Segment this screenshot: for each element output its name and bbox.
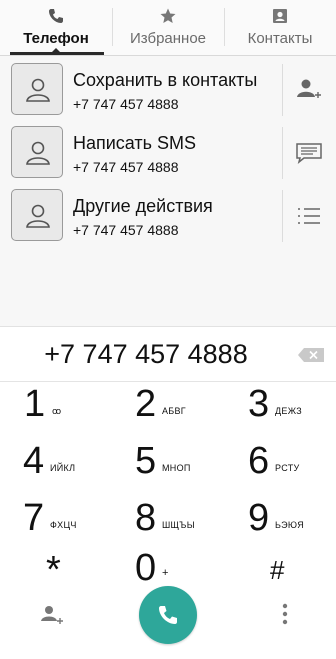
avatar xyxy=(11,63,63,115)
more-actions-button[interactable] xyxy=(282,190,336,242)
key-letters: ДЕЖЗ xyxy=(275,406,302,416)
action-number: +7 747 457 4888 xyxy=(73,96,179,112)
avatar xyxy=(11,126,63,178)
active-tab-arrow xyxy=(52,48,60,52)
message-button[interactable] xyxy=(282,127,336,179)
backspace-icon[interactable] xyxy=(298,348,324,362)
save-to-contacts-item[interactable]: Сохранить в контакты +7 747 457 4888 xyxy=(0,60,336,122)
key-letters: + xyxy=(162,567,169,579)
phone-icon xyxy=(159,606,177,624)
key-letters: АБВГ xyxy=(162,406,186,416)
tab-contacts-label: Контакты xyxy=(247,30,313,47)
key-digit: 2 xyxy=(135,383,157,425)
tab-favorites[interactable]: Избранное xyxy=(112,0,224,55)
active-tab-indicator xyxy=(10,52,104,55)
person-placeholder-icon xyxy=(26,204,50,228)
key-1[interactable]: 1 ꝏ xyxy=(0,380,112,438)
key-digit: 4 xyxy=(23,440,45,482)
contacts-icon xyxy=(273,9,287,23)
key-digit: 7 xyxy=(23,497,45,539)
call-button[interactable] xyxy=(139,586,197,644)
list-icon xyxy=(298,208,320,224)
action-title: Сохранить в контакты xyxy=(73,70,258,90)
phone-icon xyxy=(49,9,63,23)
key-3[interactable]: 3 ДЕЖЗ xyxy=(224,380,336,438)
avatar xyxy=(11,189,63,241)
action-title: Другие действия xyxy=(73,196,213,216)
add-contact-button[interactable] xyxy=(282,64,336,116)
key-5[interactable]: 5 МНОП xyxy=(112,437,224,495)
key-digit: 3 xyxy=(248,383,270,425)
key-6[interactable]: 6 РСТУ xyxy=(224,437,336,495)
action-title: Написать SMS xyxy=(73,133,197,153)
key-digit: 1 xyxy=(24,383,46,425)
dialer-bottom-bar xyxy=(0,580,336,659)
add-contact-icon[interactable] xyxy=(40,604,64,626)
voicemail-icon: ꝏ xyxy=(52,406,62,416)
other-actions-item[interactable]: Другие действия +7 747 457 4888 xyxy=(0,186,336,248)
send-sms-item[interactable]: Написать SMS +7 747 457 4888 xyxy=(0,123,336,185)
tab-contacts[interactable]: Контакты xyxy=(224,0,336,55)
key-digit: 6 xyxy=(248,440,270,482)
dialed-number[interactable]: +7 747 457 4888 xyxy=(0,339,292,370)
action-number: +7 747 457 4888 xyxy=(73,159,179,175)
dial-keypad: 1 ꝏ 2 АБВГ 3 ДЕЖЗ 4 ИЙКЛ 5 МНОП 6 РСТУ 7… xyxy=(0,380,336,590)
key-letters: ФХЦЧ xyxy=(50,520,77,530)
tab-bar: Телефон Избранное Контакты xyxy=(0,0,336,56)
action-number: +7 747 457 4888 xyxy=(73,222,179,238)
tab-phone[interactable]: Телефон xyxy=(0,0,112,55)
tab-phone-label: Телефон xyxy=(23,30,89,47)
key-letters: ИЙКЛ xyxy=(50,463,76,473)
key-digit: 8 xyxy=(135,497,157,539)
key-letters: РСТУ xyxy=(275,463,300,473)
message-icon xyxy=(296,143,322,164)
key-letters: МНОП xyxy=(162,463,191,473)
key-4[interactable]: 4 ИЙКЛ xyxy=(0,437,112,495)
tab-favorites-label: Избранное xyxy=(129,30,207,47)
key-digit: 9 xyxy=(248,497,270,539)
key-2[interactable]: 2 АБВГ xyxy=(112,380,224,438)
key-letters: ЬЭЮЯ xyxy=(275,520,305,530)
star-icon xyxy=(160,8,176,23)
number-display: +7 747 457 4888 xyxy=(0,326,336,382)
key-letters: ШЩЪЫ xyxy=(162,520,195,530)
person-placeholder-icon xyxy=(26,141,50,165)
key-digit: 5 xyxy=(135,440,157,482)
add-contact-icon xyxy=(297,79,321,98)
person-placeholder-icon xyxy=(26,78,50,102)
number-actions-list: Сохранить в контакты +7 747 457 4888 Нап… xyxy=(0,56,336,326)
more-options-icon[interactable] xyxy=(281,602,289,626)
